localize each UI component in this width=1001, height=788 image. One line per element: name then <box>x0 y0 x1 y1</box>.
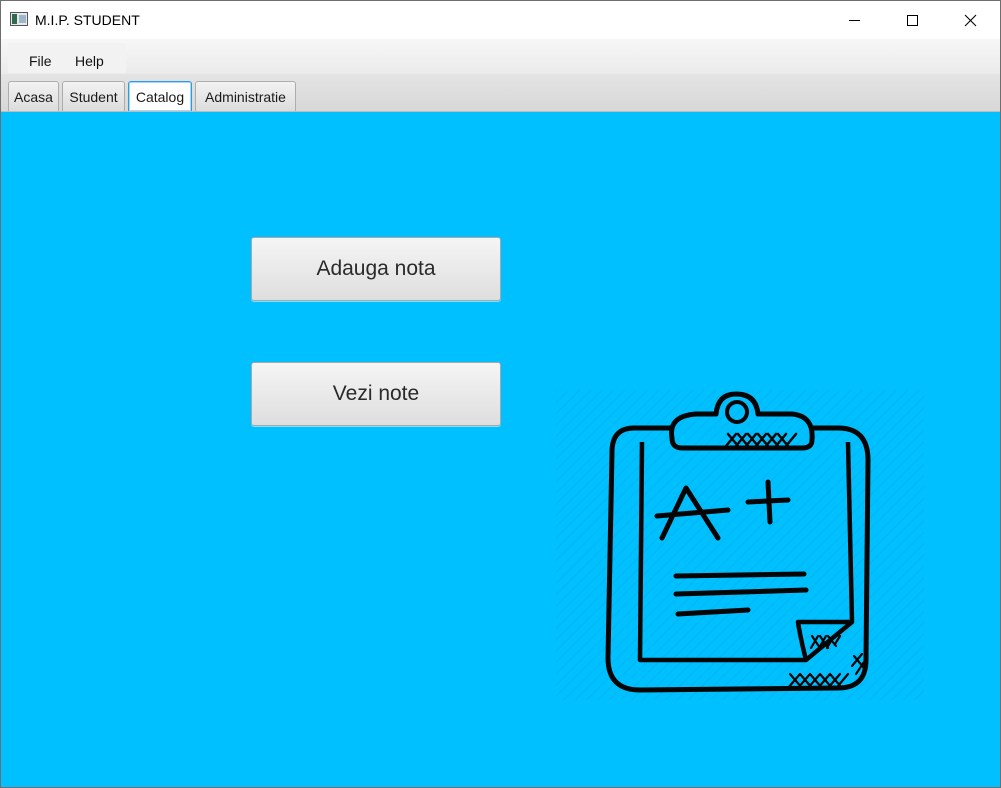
add-grade-button[interactable]: Adauga nota <box>251 237 501 301</box>
catalog-panel: Adauga nota Vezi note <box>1 112 1000 787</box>
app-window: M.I.P. STUDENT File Help Acasa Student C… <box>0 0 1001 788</box>
tab-administratie[interactable]: Administratie <box>195 81 296 111</box>
minimize-icon <box>848 19 860 21</box>
menu-file[interactable]: File <box>29 53 52 69</box>
view-grades-button[interactable]: Vezi note <box>251 362 501 426</box>
menu-group <box>8 43 126 73</box>
close-button[interactable] <box>941 1 999 39</box>
close-icon <box>964 14 976 26</box>
tab-acasa[interactable]: Acasa <box>8 81 59 111</box>
tab-student[interactable]: Student <box>62 81 125 111</box>
clipboard-grade-icon <box>556 390 924 700</box>
menu-bar: File Help <box>1 39 1000 74</box>
app-icon <box>10 12 28 26</box>
minimize-button[interactable] <box>825 1 883 39</box>
title-bar[interactable]: M.I.P. STUDENT <box>1 1 1000 39</box>
tab-bar: Acasa Student Catalog Administratie <box>1 74 1000 112</box>
menu-help[interactable]: Help <box>75 53 104 69</box>
maximize-icon <box>906 14 918 26</box>
tab-catalog[interactable]: Catalog <box>128 81 192 111</box>
window-title: M.I.P. STUDENT <box>35 12 140 28</box>
maximize-button[interactable] <box>883 1 941 39</box>
